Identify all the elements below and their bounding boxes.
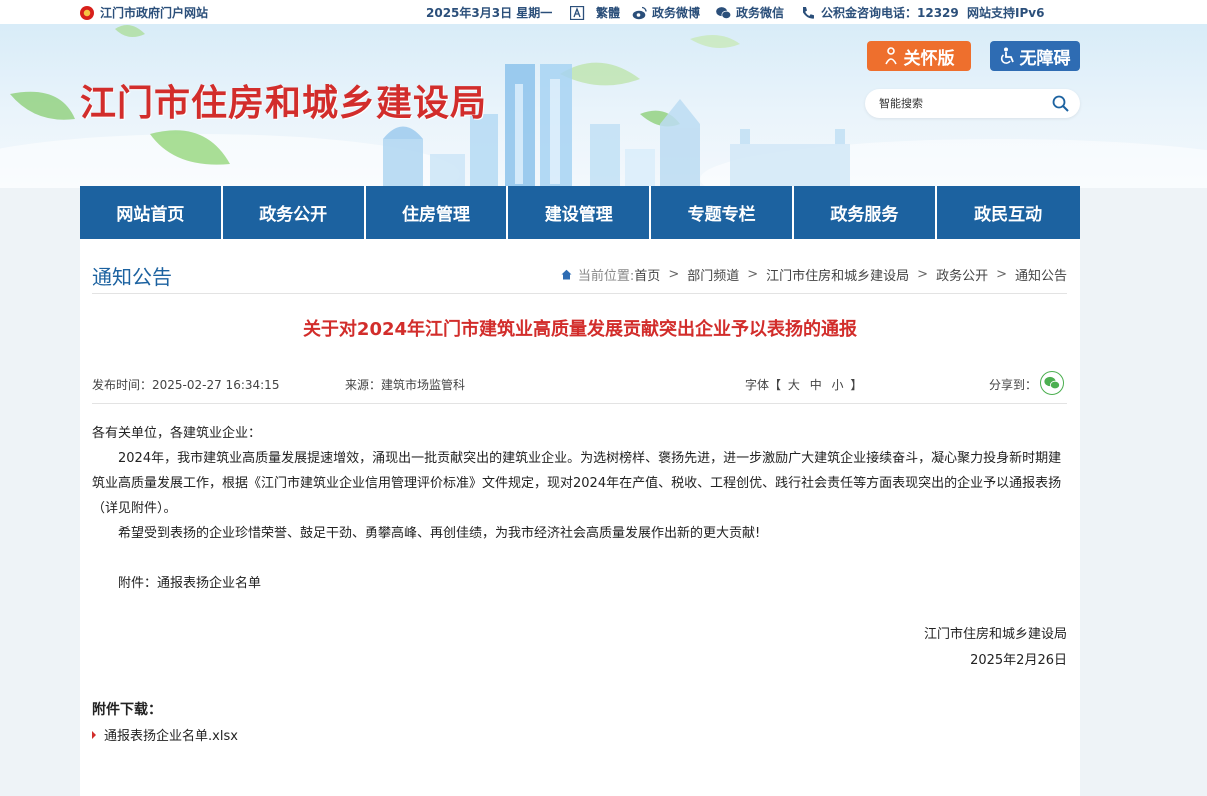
nav-item-topics[interactable]: 专题专栏	[651, 186, 794, 239]
breadcrumb-separator: >	[668, 267, 680, 282]
nav-item-services[interactable]: 政务服务	[794, 186, 937, 239]
header-banner: 江门市住房和城乡建设局 关怀版 无障碍	[0, 24, 1207, 188]
weibo-label: 政务微博	[652, 6, 701, 20]
divider	[92, 403, 1067, 404]
wechat-share-icon	[1044, 376, 1060, 390]
site-title[interactable]: 江门市住房和城乡建设局	[80, 74, 487, 126]
care-mode-label: 关怀版	[903, 48, 955, 69]
nav-item-interaction[interactable]: 政民互动	[937, 186, 1080, 239]
traditional-chinese-link[interactable]: 繁體	[570, 4, 620, 21]
breadcrumb-bureau[interactable]: 江门市住房和城乡建设局	[766, 265, 909, 284]
breadcrumb-separator: >	[917, 267, 929, 282]
signature-org: 江门市住房和城乡建设局	[923, 627, 1067, 642]
font-size-large[interactable]: 大	[788, 378, 800, 392]
breadcrumb-gov-affairs[interactable]: 政务公开	[936, 265, 988, 284]
content-panel: 通知公告 当前位置: 首页 > 部门频道 > 江门市住房和城乡建设局 > 政务公…	[80, 239, 1080, 796]
search-input[interactable]	[879, 95, 1049, 112]
breadcrumb-prefix: 当前位置:	[577, 269, 635, 284]
nav-item-home[interactable]: 网站首页	[80, 186, 223, 239]
main-nav: 网站首页 政务公开 住房管理 建设管理 专题专栏 政务服务 政民互动	[80, 186, 1080, 239]
download-link[interactable]: 通报表扬企业名单.xlsx	[92, 725, 238, 744]
downloads-title: 附件下载：	[92, 702, 162, 718]
font-size-close: 】	[850, 378, 863, 392]
font-size-control: 字体【 大 中 小 】	[745, 376, 862, 393]
breadcrumb-notices[interactable]: 通知公告	[1015, 265, 1067, 284]
care-mode-icon	[884, 47, 897, 65]
article-paragraph: 2024年，我市建筑业高质量发展提速增效，涌现出一批贡献突出的建筑业企业。为选树…	[92, 451, 1062, 516]
download-file-name: 通报表扬企业名单.xlsx	[104, 729, 238, 744]
article-title: 关于对2024年江门市建筑业高质量发展贡献突出企业予以表扬的通报	[302, 319, 858, 340]
wechat-icon	[716, 6, 731, 19]
breadcrumb: 当前位置: 首页 > 部门频道 > 江门市住房和城乡建设局 > 政务公开 > 通…	[561, 265, 1067, 284]
attachment-line: 附件：通报表扬企业名单	[118, 576, 262, 591]
wechat-link[interactable]: 政务微信	[716, 4, 784, 21]
article-body: 各有关单位，各建筑业企业： 2024年，我市建筑业高质量发展提速增效，涌现出一批…	[92, 421, 1067, 596]
nav-item-government-affairs[interactable]: 政务公开	[223, 186, 366, 239]
home-icon	[561, 269, 572, 280]
breadcrumb-separator: >	[996, 267, 1007, 282]
search-icon[interactable]	[1052, 95, 1069, 112]
national-emblem-icon	[80, 5, 94, 20]
hotline-info: 公积金咨询电话：12329	[801, 4, 959, 21]
traditional-chinese-icon	[570, 5, 585, 20]
portal-link[interactable]: 江门市政府门户网站	[80, 4, 208, 21]
hotline-label: 公积金咨询电话：12329	[821, 6, 959, 20]
divider	[92, 293, 1067, 294]
section-title: 通知公告	[92, 265, 172, 289]
article-source: 来源：建筑市场监管科	[345, 378, 466, 392]
signature-date: 2025年2月26日	[970, 653, 1067, 668]
article-paragraph: 希望受到表扬的企业珍惜荣誉、鼓足干劲、勇攀高峰、再创佳绩，为我市经济社会高质量发…	[118, 526, 761, 541]
traditional-chinese-label: 繁體	[596, 6, 621, 20]
accessibility-label: 无障碍	[1019, 48, 1071, 69]
share-label: 分享到：	[989, 378, 1038, 392]
weibo-icon	[632, 6, 647, 19]
breadcrumb-dept-channel[interactable]: 部门频道	[687, 265, 739, 284]
article-greeting: 各有关单位，各建筑业企业：	[92, 426, 262, 441]
font-size-medium[interactable]: 中	[810, 378, 822, 392]
publish-time: 发布时间：2025-02-27 16:34:15	[92, 378, 280, 392]
font-size-label: 字体【	[745, 378, 782, 392]
nav-item-construction[interactable]: 建设管理	[508, 186, 652, 239]
current-date: 2025年3月3日 星期一	[426, 6, 553, 20]
phone-icon	[803, 6, 814, 19]
share-wechat-button[interactable]	[1040, 371, 1064, 395]
ipv6-support: 网站支持IPv6	[967, 6, 1045, 20]
accessibility-button[interactable]: 无障碍	[990, 41, 1080, 71]
search-box	[865, 89, 1080, 118]
weibo-link[interactable]: 政务微博	[632, 4, 700, 21]
wechat-label: 政务微信	[736, 6, 785, 20]
portal-link-label: 江门市政府门户网站	[100, 6, 209, 20]
font-size-small[interactable]: 小	[832, 378, 844, 392]
bullet-arrow-icon	[92, 730, 96, 739]
wheelchair-icon	[1000, 47, 1014, 64]
top-bar: 江门市政府门户网站 2025年3月3日 星期一 繁體 政务微博 政务微信 公积金…	[0, 0, 1207, 24]
breadcrumb-separator: >	[747, 267, 759, 282]
breadcrumb-home[interactable]: 首页	[634, 265, 660, 284]
nav-item-housing[interactable]: 住房管理	[366, 186, 509, 239]
care-mode-button[interactable]: 关怀版	[867, 41, 971, 71]
